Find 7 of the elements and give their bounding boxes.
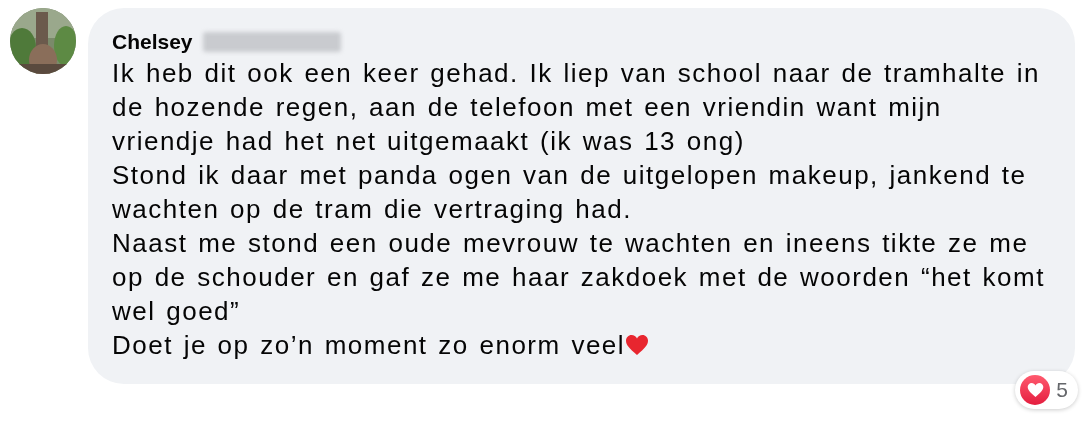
author-name[interactable]: Chelsey <box>112 30 193 54</box>
comment-text: Doet je op zo’n moment zo enorm veel <box>112 328 1055 362</box>
reaction-count[interactable]: 5 <box>1015 371 1078 409</box>
comment-text: Stond ik daar met panda ogen van de uitgelopen makeup, jankend te wachten op de tram die vertraging had. <box>112 159 1028 226</box>
comment-text: Ik heb dit ook een keer gehad. Ik liep van school naar de tramhalte in de hozende regen, aan de telefoon met een vriendin want mijn vriendje had het net uitgemaakt (ik was 13 ong) <box>112 57 1041 158</box>
count: 5 <box>1056 378 1068 402</box>
comment-text: Naast me stond een oude mevrouw te wachten en ineens tikte ze me op de schouder en gaf ze me haar zakdoek met de woorden “het komt wel goed” <box>112 227 1046 328</box>
